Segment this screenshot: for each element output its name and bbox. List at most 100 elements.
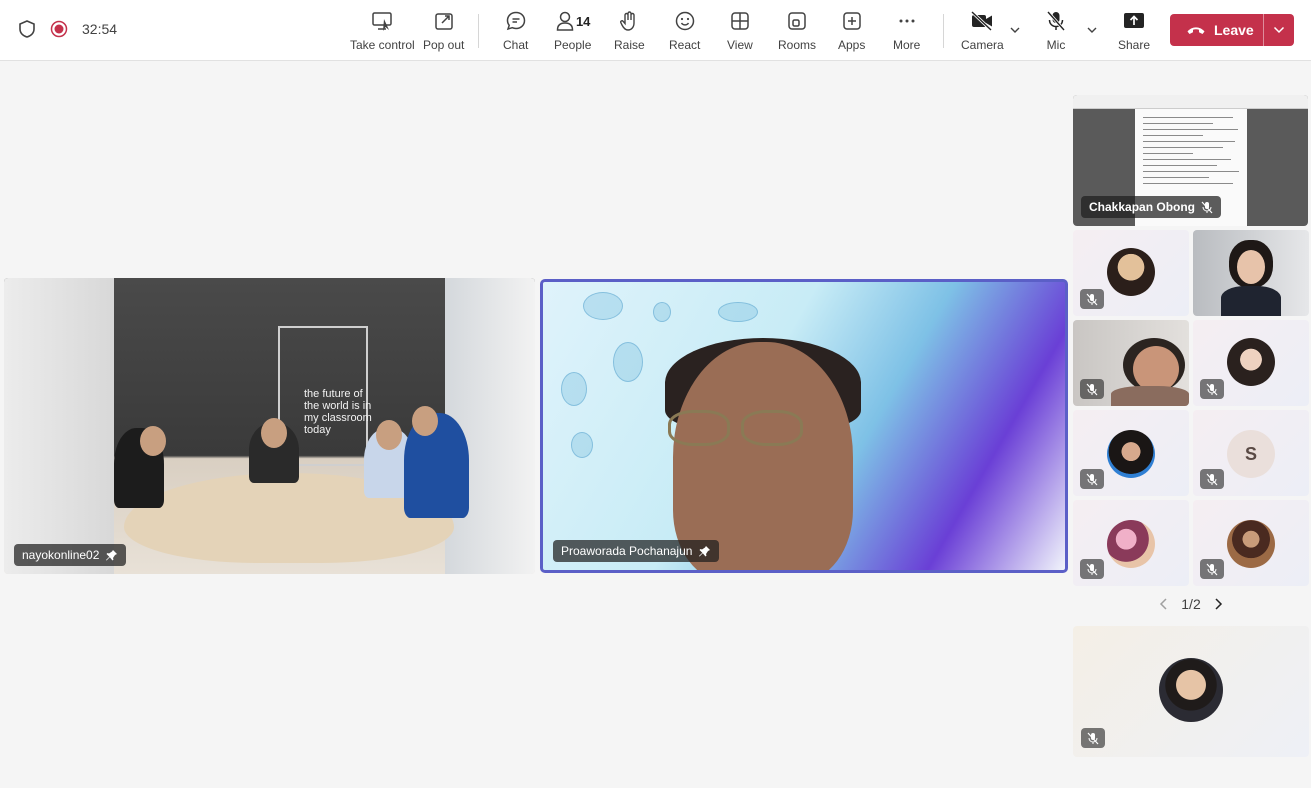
document-text-line xyxy=(1143,135,1203,136)
gallery-pager: 1/2 xyxy=(1158,596,1224,612)
avatar xyxy=(1227,338,1275,386)
people-icon-group: 14 xyxy=(555,10,590,32)
mic-off-icon xyxy=(1206,473,1218,485)
document-text-line xyxy=(1143,159,1231,160)
take-control-button[interactable]: Take control xyxy=(350,10,415,52)
mic-off-icon xyxy=(1206,563,1218,575)
background-bubble xyxy=(613,342,643,382)
camera-button[interactable]: Camera xyxy=(961,10,1004,52)
muted-indicator xyxy=(1200,379,1224,399)
mic-off-icon xyxy=(1086,563,1098,575)
muted-indicator xyxy=(1081,728,1105,748)
document-text-line xyxy=(1143,129,1238,130)
room-participant-head xyxy=(140,426,166,456)
document-text-line xyxy=(1143,117,1233,118)
apps-button[interactable]: Apps xyxy=(838,10,865,52)
self-view-tile[interactable] xyxy=(1073,626,1309,757)
mic-button[interactable]: Mic xyxy=(1045,10,1067,52)
pin-icon[interactable] xyxy=(105,549,118,562)
pin-icon[interactable] xyxy=(698,545,711,558)
mic-off-icon xyxy=(1087,732,1099,744)
muted-indicator xyxy=(1200,469,1224,489)
avatar xyxy=(1107,430,1155,478)
chevron-down-icon xyxy=(1273,26,1285,34)
speaker-glasses-right xyxy=(741,410,803,446)
muted-indicator xyxy=(1080,289,1104,309)
room-participant-head xyxy=(376,420,402,450)
more-icon xyxy=(899,19,915,23)
mic-off-icon xyxy=(1206,383,1218,395)
wall-slogan: the future of the world is in my classro… xyxy=(304,388,372,436)
background-bubble xyxy=(561,372,587,406)
shield-icon[interactable] xyxy=(18,19,36,39)
document-text-line xyxy=(1143,183,1233,184)
react-button[interactable]: React xyxy=(669,10,700,52)
participant-tile[interactable] xyxy=(1073,410,1189,496)
speaker-glasses-left xyxy=(668,410,730,446)
toolbar-divider xyxy=(478,14,479,48)
screen-share-tile[interactable]: Chakkapan Obong xyxy=(1073,95,1308,226)
breakout-rooms-icon xyxy=(788,12,806,30)
chat-icon xyxy=(506,11,525,31)
leave-button-group: Leave xyxy=(1170,14,1294,46)
video-tile-active-speaker[interactable]: Proaworada Pochanajun xyxy=(540,279,1068,573)
initials-avatar: S xyxy=(1227,430,1275,478)
people-count-badge: 14 xyxy=(575,13,591,29)
raise-hand-button[interactable]: Raise xyxy=(614,10,645,52)
grid-view-icon xyxy=(731,12,749,30)
page-indicator: 1/2 xyxy=(1181,596,1201,612)
speaker-face xyxy=(673,342,853,570)
participant-video-tile[interactable] xyxy=(1193,230,1309,316)
more-button[interactable]: More xyxy=(893,10,920,52)
shared-window-titlebar xyxy=(1073,95,1308,109)
mic-off-icon xyxy=(1086,293,1098,305)
participant-name-tag: Chakkapan Obong xyxy=(1081,196,1222,218)
raise-hand-icon xyxy=(620,11,636,31)
chevron-left-icon[interactable] xyxy=(1158,597,1170,611)
meeting-timer: 32:54 xyxy=(82,21,118,37)
mic-off-icon xyxy=(1086,473,1098,485)
chat-button[interactable]: Chat xyxy=(503,10,528,52)
document-text-line xyxy=(1143,171,1239,172)
leave-options-button[interactable] xyxy=(1264,14,1294,46)
document-text-line xyxy=(1143,147,1223,148)
smiley-icon xyxy=(675,11,694,31)
muted-indicator xyxy=(1200,559,1224,579)
share-button[interactable]: Share xyxy=(1118,10,1150,52)
avatar xyxy=(1159,658,1223,722)
pop-out-icon xyxy=(434,13,453,30)
people-button[interactable]: 14 People xyxy=(554,10,591,52)
document-text-line xyxy=(1143,153,1193,154)
participant-face xyxy=(1237,250,1265,284)
chevron-right-icon[interactable] xyxy=(1212,597,1224,611)
rooms-button[interactable]: Rooms xyxy=(778,10,816,52)
room-participant-head xyxy=(261,418,287,448)
participant-tile[interactable] xyxy=(1193,320,1309,406)
video-tile-nayokonline02[interactable]: the future of the world is in my classro… xyxy=(4,278,535,574)
participant-video-tile[interactable] xyxy=(1073,320,1189,406)
avatar xyxy=(1107,520,1155,568)
pop-out-button[interactable]: Pop out xyxy=(423,10,464,52)
leave-button[interactable]: Leave xyxy=(1170,14,1263,46)
participant-tile[interactable] xyxy=(1193,500,1309,586)
camera-options-chevron-down-icon[interactable] xyxy=(1009,24,1021,36)
mic-off-icon xyxy=(1086,383,1098,395)
participant-tile[interactable] xyxy=(1073,500,1189,586)
participant-tile[interactable]: S xyxy=(1193,410,1309,496)
participant-name-tag: Proaworada Pochanajun xyxy=(553,540,720,562)
meeting-toolbar: 32:54 Take control Pop out Chat 14 Peopl… xyxy=(0,0,1311,61)
participant-body xyxy=(1221,286,1281,316)
meeting-status: 32:54 xyxy=(18,19,117,39)
muted-indicator xyxy=(1080,559,1104,579)
participant-body xyxy=(1111,386,1189,406)
background-bubble xyxy=(718,302,758,322)
background-bubble xyxy=(571,432,593,458)
people-icon xyxy=(556,11,574,31)
room-participant-head xyxy=(412,406,438,436)
camera-off-icon xyxy=(971,10,993,32)
view-button[interactable]: View xyxy=(727,10,753,52)
mic-options-chevron-down-icon[interactable] xyxy=(1086,24,1098,36)
document-text-line xyxy=(1143,123,1213,124)
participant-tile[interactable] xyxy=(1073,230,1189,316)
toolbar-divider xyxy=(943,14,944,48)
